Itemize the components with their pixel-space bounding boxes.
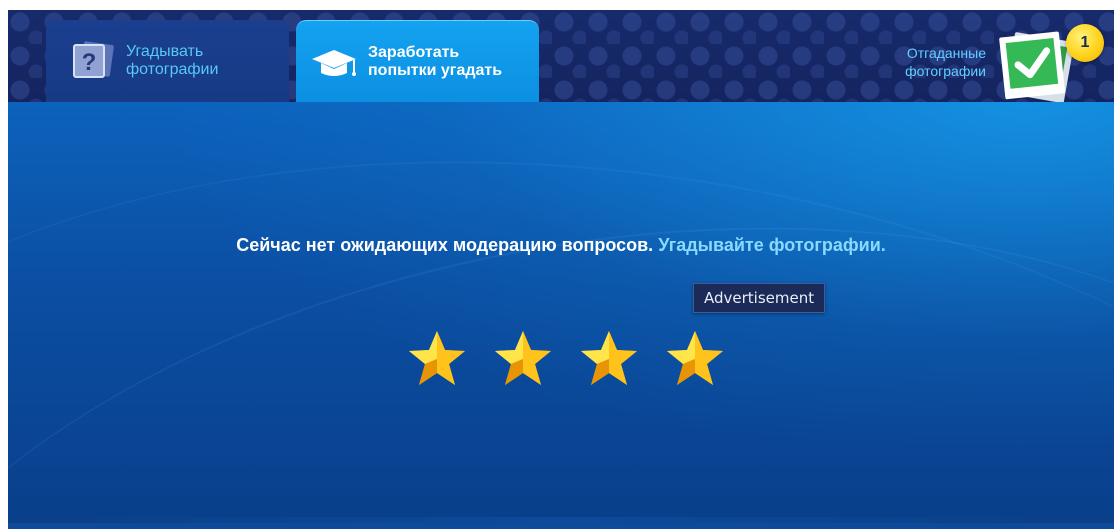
advertisement-tooltip: Advertisement — [693, 283, 826, 313]
question-photo-icon: ? — [68, 41, 116, 81]
graduation-cap-icon — [310, 42, 358, 82]
star-icon[interactable] — [663, 327, 727, 391]
message-text: Сейчас нет ожидающих модерацию вопросов. — [236, 235, 654, 255]
solved-photos-area: Отгаданные фотографии 1 — [864, 10, 1114, 104]
game-window: ? Угадывать фотографии Заработать попытк… — [8, 10, 1114, 529]
tab-earn-label: Заработать попытки угадать — [368, 43, 503, 79]
solved-count-badge: 1 — [1066, 24, 1104, 62]
checkmark-photo-icon[interactable] — [996, 24, 1076, 104]
tab-earn-attempts[interactable]: Заработать попытки угадать — [296, 20, 539, 102]
star-rating — [405, 327, 735, 391]
star-icon[interactable] — [491, 327, 555, 391]
star-icon[interactable] — [577, 327, 641, 391]
bottom-strip — [8, 517, 1114, 523]
main-panel: Сейчас нет ожидающих модерацию вопросов.… — [8, 102, 1114, 523]
no-questions-message: Сейчас нет ожидающих модерацию вопросов.… — [8, 235, 1114, 256]
svg-text:?: ? — [82, 49, 97, 76]
tab-guess-label: Угадывать фотографии — [126, 43, 219, 78]
guess-photos-link[interactable]: Угадывайте фотографии. — [658, 235, 886, 255]
tab-guess-photos[interactable]: ? Угадывать фотографии — [46, 20, 289, 102]
solved-photos-label[interactable]: Отгаданные фотографии — [876, 44, 986, 80]
top-bar: ? Угадывать фотографии Заработать попытк… — [8, 10, 1114, 104]
star-icon[interactable] — [405, 327, 469, 391]
